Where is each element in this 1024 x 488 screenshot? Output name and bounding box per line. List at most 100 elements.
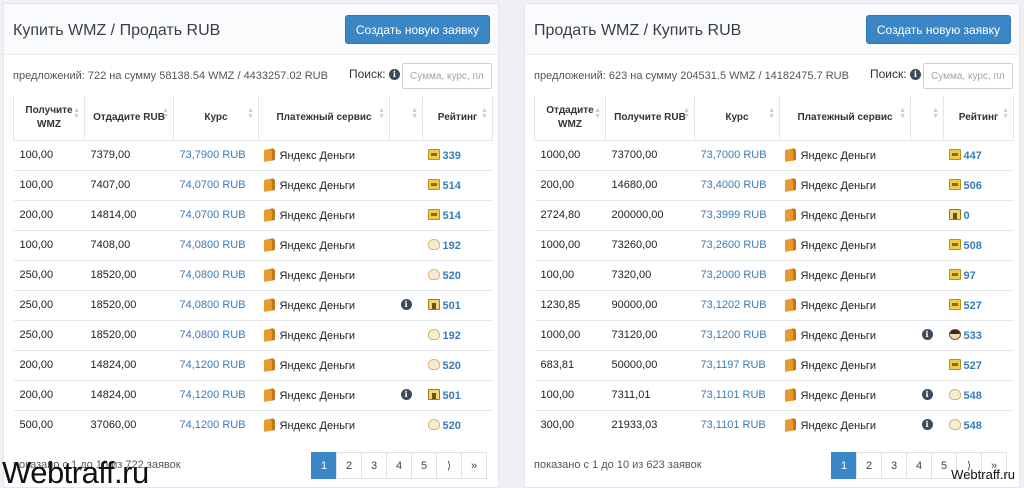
rating-link[interactable]: 501 xyxy=(443,300,461,312)
rate-link[interactable]: 74,0700 RUB xyxy=(173,199,259,230)
table-row[interactable]: 100,00 7320,00 73,2000 RUB Яндекс Деньги 97 xyxy=(534,259,1014,290)
search-input[interactable] xyxy=(402,63,492,89)
rate-link[interactable]: 73,4000 RUB xyxy=(694,169,780,200)
rate-link[interactable]: 74,0800 RUB xyxy=(173,229,259,260)
column-header[interactable]: Курс ▲ ▼ xyxy=(694,96,780,141)
table-row[interactable]: 250,00 18520,00 74,0800 RUB Яндекс Деньги 19… xyxy=(13,319,493,350)
rate-link[interactable]: 74,0800 RUB xyxy=(173,289,259,320)
rating-link[interactable]: 192 xyxy=(443,330,461,342)
info-icon[interactable]: i xyxy=(400,389,412,400)
rating-link[interactable]: 527 xyxy=(964,300,982,312)
info-icon[interactable]: i xyxy=(400,299,412,310)
page-link[interactable]: 4 xyxy=(906,452,932,479)
rating-link[interactable]: 97 xyxy=(964,270,976,282)
info-icon[interactable]: i xyxy=(921,419,933,431)
column-header[interactable]: Получите RUB ▲ ▼ xyxy=(605,96,695,141)
rate-link[interactable]: 73,1101 RUB xyxy=(694,379,780,410)
rating-link[interactable]: 548 xyxy=(964,390,982,402)
rate-link[interactable]: 73,7900 RUB xyxy=(173,139,259,170)
rate-link[interactable]: 74,0800 RUB xyxy=(173,319,259,350)
service-name: Яндекс Деньги xyxy=(800,299,877,312)
page-link[interactable]: 1 xyxy=(831,452,857,479)
table-row[interactable]: 100,00 7311,01 73,1101 RUB Яндекс Деньги i 54… xyxy=(534,379,1014,410)
rating-link[interactable]: 548 xyxy=(964,420,982,432)
column-header[interactable]: Курс ▲ ▼ xyxy=(173,96,259,141)
table-row[interactable]: 2724,80 200000,00 73,3999 RUB Яндекс Деньги… xyxy=(534,199,1014,230)
rate-link[interactable]: 73,1101 RUB xyxy=(694,409,780,440)
table-row[interactable]: 250,00 18520,00 74,0800 RUB Яндекс Деньги 52… xyxy=(13,259,493,290)
table-row[interactable]: 1230,85 90000,00 73,1202 RUB Яндекс Деньги 5… xyxy=(534,289,1014,320)
page-link[interactable]: » xyxy=(461,452,487,479)
amount-cell: 73260,00 xyxy=(605,229,695,260)
table-row[interactable]: 200,00 14824,00 74,1200 RUB Яндекс Деньги i 5… xyxy=(13,379,493,410)
rating-link[interactable]: 520 xyxy=(443,270,461,282)
table-row[interactable]: 1000,00 73260,00 73,2600 RUB Яндекс Деньги 5… xyxy=(534,229,1014,260)
table-row[interactable]: 100,00 7407,00 74,0700 RUB Яндекс Деньги 514 xyxy=(13,169,493,200)
rate-link[interactable]: 73,7000 RUB xyxy=(694,139,780,170)
page-link[interactable]: 2 xyxy=(336,452,362,479)
page-link[interactable]: 4 xyxy=(386,452,412,479)
column-header[interactable]: Рейтинг ▲ ▼ xyxy=(943,96,1014,141)
rate-link[interactable]: 74,1200 RUB xyxy=(173,349,259,380)
column-header[interactable]: Отдадите RUB ▲ ▼ xyxy=(84,96,174,141)
amount-cell: 200,00 xyxy=(13,379,85,410)
rate-link[interactable]: 74,0800 RUB xyxy=(173,259,259,290)
rating-link[interactable]: 514 xyxy=(443,180,461,192)
rate-link[interactable]: 73,3999 RUB xyxy=(694,199,780,230)
rating-link[interactable]: 0 xyxy=(964,210,970,222)
rate-link[interactable]: 73,2600 RUB xyxy=(694,229,780,260)
page-link[interactable]: 5 xyxy=(411,452,437,479)
rating-link[interactable]: 447 xyxy=(964,150,982,162)
page-link[interactable]: ⟩ xyxy=(436,452,462,479)
column-header[interactable]: Отдадите WMZ ▲ ▼ xyxy=(534,96,606,141)
service-name: Яндекс Деньги xyxy=(800,239,877,252)
rate-link[interactable]: 73,1197 RUB xyxy=(694,349,780,380)
rate-link[interactable]: 73,2000 RUB xyxy=(694,259,780,290)
rating-link[interactable]: 520 xyxy=(443,420,461,432)
rate-link[interactable]: 74,0700 RUB xyxy=(173,169,259,200)
table-row[interactable]: 1000,00 73120,00 73,1200 RUB Яндекс Деньги i… xyxy=(534,319,1014,350)
info-icon[interactable]: i xyxy=(921,329,933,340)
rating-link[interactable]: 527 xyxy=(964,360,982,372)
page-link[interactable]: 3 xyxy=(361,452,387,479)
rating-link[interactable]: 533 xyxy=(964,330,982,342)
table-row[interactable]: 100,00 7408,00 74,0800 RUB Яндекс Деньги 192 xyxy=(13,229,493,260)
table-row[interactable]: 200,00 14824,00 74,1200 RUB Яндекс Деньги 52… xyxy=(13,349,493,380)
rating-link[interactable]: 501 xyxy=(443,390,461,402)
table-row[interactable]: 683,81 50000,00 73,1197 RUB Яндекс Деньги 52… xyxy=(534,349,1014,380)
column-header[interactable]: Платежный сервис ▲ ▼ xyxy=(258,96,390,141)
info-icon[interactable]: i xyxy=(388,69,400,80)
table-row[interactable]: 500,00 37060,00 74,1200 RUB Яндекс Деньги 52… xyxy=(13,409,493,440)
rating-link[interactable]: 520 xyxy=(443,360,461,372)
rating-link[interactable]: 192 xyxy=(443,240,461,252)
table-row[interactable]: 300,00 21933,03 73,1101 RUB Яндекс Деньги i 5… xyxy=(534,409,1014,440)
rate-link[interactable]: 73,1202 RUB xyxy=(694,289,780,320)
table-row[interactable]: 200,00 14814,00 74,0700 RUB Яндекс Деньги 51… xyxy=(13,199,493,230)
rate-link[interactable]: 73,1200 RUB xyxy=(694,319,780,350)
table-row[interactable]: 100,00 7379,00 73,7900 RUB Яндекс Деньги 339 xyxy=(13,139,493,170)
create-order-button[interactable]: Создать новую заявку xyxy=(865,15,1011,44)
search-input[interactable] xyxy=(923,63,1013,89)
rating-link[interactable]: 514 xyxy=(443,210,461,222)
rating-link[interactable]: 339 xyxy=(443,150,461,162)
page-link[interactable]: 3 xyxy=(881,452,907,479)
info-icon[interactable]: i xyxy=(909,69,921,80)
rate-link[interactable]: 74,1200 RUB xyxy=(173,409,259,440)
table-row[interactable]: 200,00 14680,00 73,4000 RUB Яндекс Деньги 50… xyxy=(534,169,1014,200)
create-order-button[interactable]: Создать новую заявку xyxy=(344,15,490,44)
table-row[interactable]: 1000,00 73700,00 73,7000 RUB Яндекс Деньги 4… xyxy=(534,139,1014,170)
info-icon[interactable]: i xyxy=(921,389,933,400)
rating-link[interactable]: 508 xyxy=(964,240,982,252)
rate-link[interactable]: 74,1200 RUB xyxy=(173,379,259,410)
column-header[interactable]: Платежный сервис ▲ ▼ xyxy=(779,96,911,141)
column-header[interactable]: ▲ ▼ xyxy=(389,96,423,141)
table-row[interactable]: 250,00 18520,00 74,0800 RUB Яндекс Деньги i 5… xyxy=(13,289,493,320)
column-header[interactable]: Получите WMZ ▲ ▼ xyxy=(13,96,85,141)
rating-cell: 514 xyxy=(422,199,493,230)
column-header[interactable]: Рейтинг ▲ ▼ xyxy=(422,96,493,141)
column-header[interactable]: ▲ ▼ xyxy=(910,96,944,141)
rating-link[interactable]: 506 xyxy=(964,180,982,192)
page-link[interactable]: 2 xyxy=(856,452,882,479)
service-name: Яндекс Деньги xyxy=(279,329,356,342)
page-link[interactable]: 1 xyxy=(311,452,337,479)
